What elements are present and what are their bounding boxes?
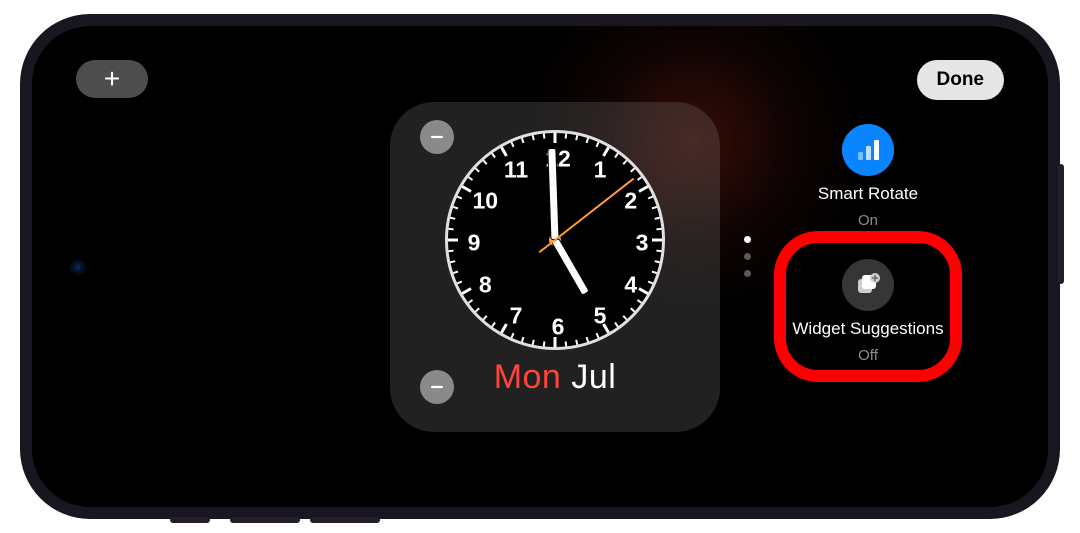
clock-tick (448, 250, 453, 253)
clock-number: 10 (470, 188, 500, 215)
silence-switch (170, 517, 210, 523)
smart-rotate-toggle[interactable]: Smart Rotate On (818, 124, 918, 229)
clock-widget[interactable]: 121234567891011 (445, 130, 665, 350)
minus-icon (428, 128, 446, 146)
clock-number: 8 (470, 272, 500, 299)
volume-up-button (230, 517, 300, 523)
clock-tick (521, 138, 524, 143)
clock-tick (652, 271, 657, 274)
clock-tick (532, 340, 535, 345)
clock-tick (565, 133, 568, 138)
power-button (1058, 164, 1064, 284)
remove-widget-bottom-button[interactable] (420, 370, 454, 404)
clock-tick (575, 135, 578, 140)
smart-rotate-label: Smart Rotate (818, 184, 918, 204)
plus-icon: + (104, 63, 120, 95)
minus-icon (428, 378, 446, 396)
clock-tick (656, 250, 661, 253)
clock-number: 2 (616, 188, 646, 215)
clock-tick (491, 153, 496, 158)
clock-tick (521, 337, 524, 342)
clock-tick (475, 168, 480, 173)
clock-tick (630, 168, 635, 173)
smart-rotate-status: On (858, 212, 878, 229)
clock-number: 1 (585, 157, 615, 184)
add-widget-button[interactable]: + (76, 60, 148, 98)
clock-tick (453, 206, 458, 209)
clock-tick (656, 228, 661, 231)
clock-tick (453, 271, 458, 274)
clock-tick (648, 196, 653, 200)
clock-tick (468, 176, 473, 181)
clock-tick (596, 333, 600, 338)
clock-tick (457, 281, 462, 285)
clock-tick (450, 260, 455, 263)
clock-tick (602, 147, 610, 157)
clock-number: 3 (627, 230, 657, 257)
clock-number: 9 (459, 230, 489, 257)
clock-tick (448, 228, 453, 231)
clock-tick (655, 260, 660, 263)
clock-tick (450, 217, 455, 220)
clock-tick (448, 239, 458, 242)
clock-tick (475, 308, 480, 313)
clock-tick (655, 217, 660, 220)
done-button[interactable]: Done (917, 60, 1005, 100)
page-dot[interactable] (744, 270, 751, 277)
page-dot[interactable] (744, 253, 751, 260)
clock-tick (575, 340, 578, 345)
volume-down-button (310, 517, 380, 523)
date-day: Mon (494, 358, 562, 397)
clock-tick (586, 138, 589, 143)
clock-tick (511, 333, 515, 338)
clock-tick (543, 341, 546, 346)
clock-number: 5 (585, 302, 615, 329)
widget-suggestions-label: Widget Suggestions (792, 319, 943, 339)
clock-number: 6 (543, 314, 573, 341)
phone-frame: + Done 121234567891011 Mon Jul (20, 14, 1060, 519)
date-month: Jul (571, 358, 616, 397)
clock-tick (565, 341, 568, 346)
clock-tick (630, 308, 635, 313)
clock-tick (532, 135, 535, 140)
clock-tick (457, 196, 462, 200)
widget-suggestions-toggle[interactable]: Widget Suggestions Off (792, 259, 943, 364)
done-label: Done (937, 69, 985, 90)
widget-stack[interactable]: 121234567891011 Mon Jul (390, 102, 720, 432)
page-indicator[interactable] (744, 236, 751, 277)
calendar-widget[interactable]: Mon Jul (494, 358, 617, 397)
clock-tick (468, 299, 473, 304)
clock-tick (586, 337, 589, 342)
clock-tick (491, 322, 496, 327)
clock-tick (652, 206, 657, 209)
stack-plus-icon (842, 259, 894, 311)
clock-tick (623, 315, 628, 320)
dynamic-island (60, 212, 96, 322)
clock-tick (554, 133, 557, 143)
camera-lens (72, 261, 84, 273)
clock-tick (543, 133, 546, 138)
clock-tick (596, 142, 600, 147)
widget-suggestions-status: Off (858, 347, 878, 364)
stack-options: Smart Rotate On Widget Suggestions Off (768, 124, 968, 364)
clock-tick (648, 281, 653, 285)
page-dot[interactable] (744, 236, 751, 243)
clock-tick (623, 160, 628, 165)
clock-tick (637, 299, 642, 304)
clock-tick (511, 142, 515, 147)
clock-number: 11 (501, 157, 531, 184)
hour-hand (551, 238, 590, 296)
clock-number: 7 (501, 302, 531, 329)
clock-tick (637, 176, 642, 181)
clock-tick (500, 147, 508, 157)
clock-tick (483, 315, 488, 320)
phone-screen: + Done 121234567891011 Mon Jul (32, 26, 1048, 507)
remove-widget-top-button[interactable] (420, 120, 454, 154)
clock-tick (483, 160, 488, 165)
clock-number: 4 (616, 272, 646, 299)
bars-icon (842, 124, 894, 176)
